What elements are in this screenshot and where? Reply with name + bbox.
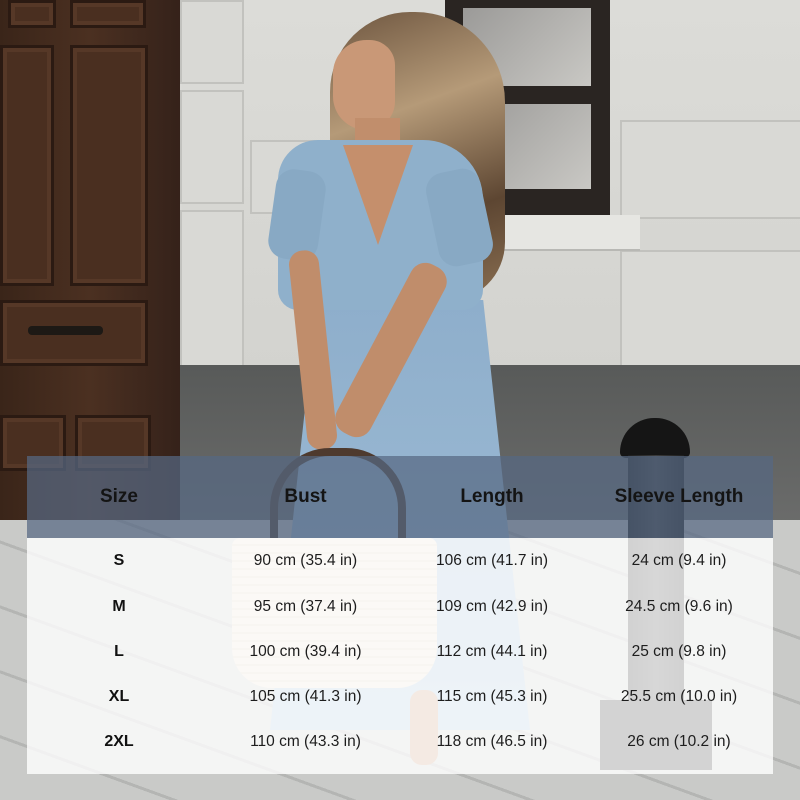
- sleeve-cell: 25.5 cm (10.0 in): [620, 688, 738, 705]
- size-cell: L: [114, 643, 124, 660]
- bust-cell: 110 cm (43.3 in): [250, 733, 361, 750]
- size-chart: Size Bust Length Sleeve Length S 90 cm (…: [27, 456, 773, 774]
- length-cell: 115 cm (45.3 in): [436, 688, 548, 705]
- wall-block: [180, 0, 244, 84]
- door-panel: [70, 0, 146, 28]
- model-face: [333, 40, 395, 130]
- table-row: XL 105 cm (41.3 in) 115 cm (45.3 in) 25.…: [27, 674, 773, 719]
- table-row: 2XL 110 cm (43.3 in) 118 cm (46.5 in) 26…: [27, 719, 773, 764]
- size-cell: S: [113, 552, 125, 569]
- size-cell: 2XL: [104, 733, 134, 750]
- sleeve-cell: 24.5 cm (9.6 in): [625, 598, 733, 615]
- wall-block: [620, 120, 800, 219]
- table-row: S 90 cm (35.4 in) 106 cm (41.7 in) 24 cm…: [27, 538, 773, 583]
- size-chart-body: S 90 cm (35.4 in) 106 cm (41.7 in) 24 cm…: [27, 538, 773, 774]
- header-sleeve-length: Sleeve Length: [614, 486, 744, 507]
- door-panel: [70, 45, 148, 286]
- wooden-door: [0, 0, 180, 520]
- size-cell: M: [112, 598, 126, 615]
- wall-block: [620, 250, 800, 369]
- door-panel: [8, 0, 56, 28]
- table-row: L 100 cm (39.4 in) 112 cm (44.1 in) 25 c…: [27, 629, 773, 674]
- sleeve-cell: 25 cm (9.8 in): [631, 643, 727, 660]
- door-handle: [28, 326, 103, 335]
- size-cell: XL: [108, 688, 130, 705]
- door-panel: [0, 45, 54, 286]
- size-chart-header: Size Bust Length Sleeve Length: [27, 456, 773, 538]
- sleeve-cell: 24 cm (9.4 in): [631, 552, 727, 569]
- bust-cell: 100 cm (39.4 in): [249, 643, 362, 660]
- bust-cell: 95 cm (37.4 in): [253, 598, 358, 615]
- wall-block: [180, 210, 244, 369]
- header-bust: Bust: [284, 486, 327, 507]
- length-cell: 118 cm (46.5 in): [436, 733, 548, 750]
- table-row: M 95 cm (37.4 in) 109 cm (42.9 in) 24.5 …: [27, 584, 773, 629]
- bust-cell: 105 cm (41.3 in): [249, 688, 362, 705]
- header-size: Size: [99, 486, 139, 507]
- bust-cell: 90 cm (35.4 in): [253, 552, 358, 569]
- length-cell: 112 cm (44.1 in): [436, 643, 548, 660]
- product-photo: Size Bust Length Sleeve Length S 90 cm (…: [0, 0, 800, 800]
- header-length: Length: [460, 486, 524, 507]
- sleeve-cell: 26 cm (10.2 in): [627, 733, 731, 750]
- wall-block: [180, 90, 244, 204]
- length-cell: 106 cm (41.7 in): [436, 552, 548, 569]
- length-cell: 109 cm (42.9 in): [436, 598, 548, 615]
